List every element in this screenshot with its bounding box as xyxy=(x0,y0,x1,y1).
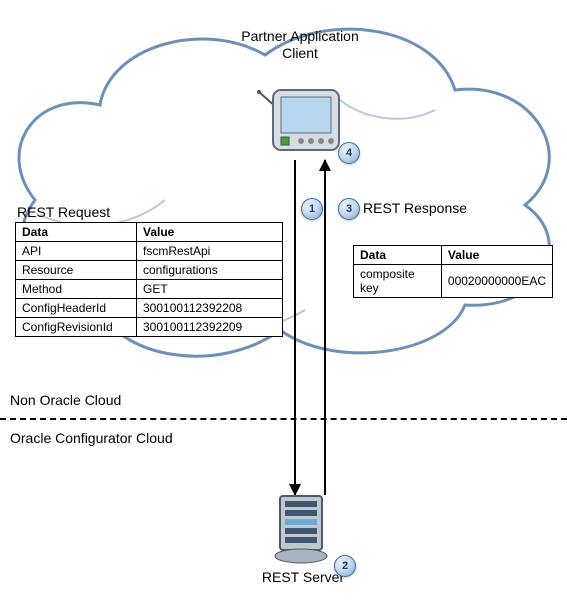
client-title-text: Partner ApplicationClient xyxy=(241,28,359,61)
req-header-data: Data xyxy=(16,223,137,242)
rest-request-label: REST Request xyxy=(17,204,110,220)
step-1: 1 xyxy=(301,198,323,220)
step-3: 3 xyxy=(338,198,360,220)
table-row: API fscmRestApi xyxy=(16,242,283,261)
req-header-value: Value xyxy=(137,223,283,242)
region-divider xyxy=(0,418,567,420)
table-row: composite key 00020000000EAC xyxy=(354,265,553,298)
response-arrow xyxy=(324,160,326,495)
resp-header-value: Value xyxy=(441,246,552,265)
table-row: Resource configurations xyxy=(16,261,283,280)
table-row: ConfigRevisionId 300100112392209 xyxy=(16,318,283,337)
rest-response-table: Data Value composite key 00020000000EAC xyxy=(353,245,553,298)
region-oracle-configurator: Oracle Configurator Cloud xyxy=(10,430,173,446)
table-row: ConfigHeaderId 300100112392208 xyxy=(16,299,283,318)
resp-header-data: Data xyxy=(354,246,442,265)
rest-response-label: REST Response xyxy=(363,200,467,216)
client-title: Partner ApplicationClient xyxy=(170,28,430,62)
pda-icon xyxy=(257,82,347,160)
table-row: Method GET xyxy=(16,280,283,299)
request-arrow xyxy=(294,160,296,495)
region-non-oracle: Non Oracle Cloud xyxy=(10,392,121,408)
step-2: 2 xyxy=(334,555,356,577)
step-4: 4 xyxy=(338,142,360,164)
server-icon xyxy=(272,492,330,566)
server-title: REST Server xyxy=(218,569,388,585)
rest-request-table: Data Value API fscmRestApi Resource conf… xyxy=(15,222,283,337)
